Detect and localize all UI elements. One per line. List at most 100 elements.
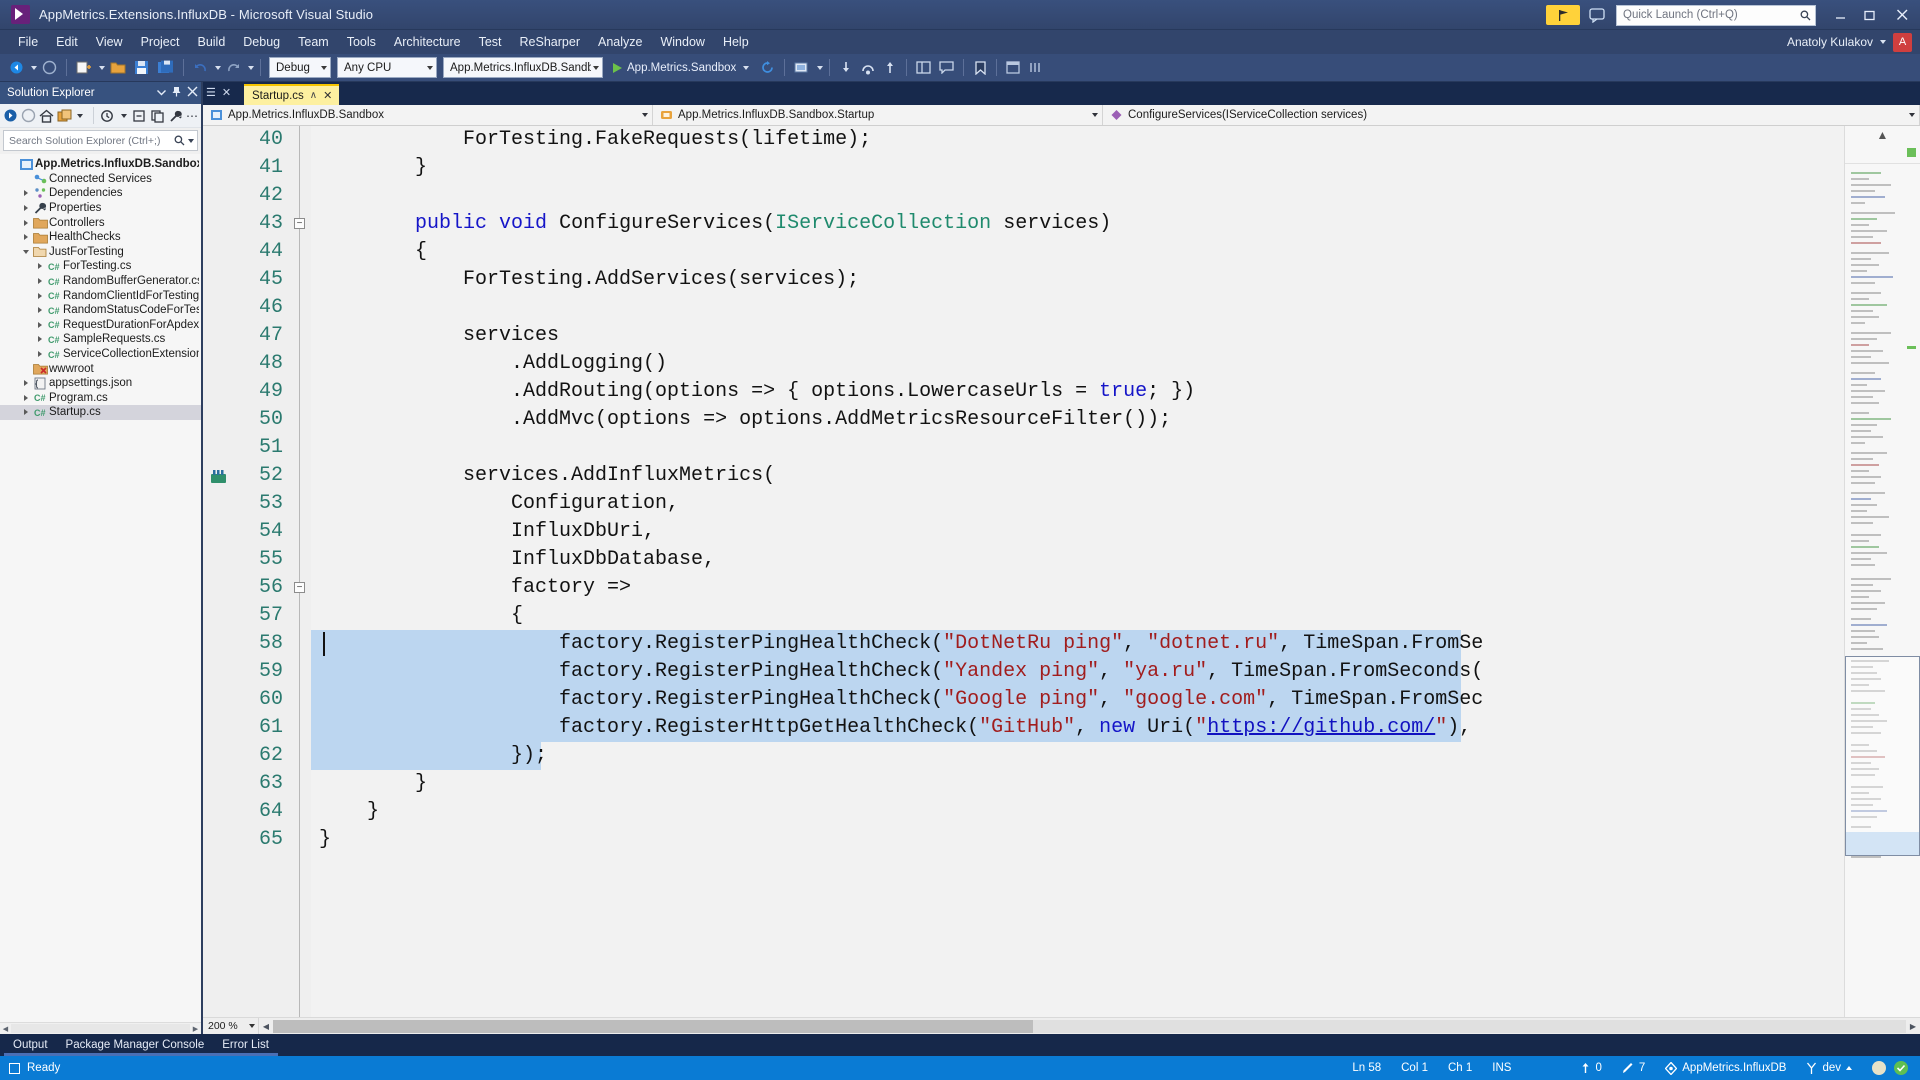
solution-explorer-hscrollbar[interactable]: ◀ ▶ [0, 1022, 201, 1034]
code-folding-margin[interactable]: − − [289, 126, 311, 1017]
bookmark-icon[interactable] [970, 57, 990, 79]
code-line[interactable]: services.AddInfluxMetrics( [311, 462, 1844, 490]
feedback-smiley-icon[interactable] [1584, 4, 1610, 26]
user-account-area[interactable]: Anatoly Kulakov A [1787, 30, 1912, 54]
menu-item-help[interactable]: Help [714, 33, 758, 51]
menu-item-team[interactable]: Team [289, 33, 338, 51]
close-icon[interactable]: ✕ [323, 89, 332, 102]
comment-icon[interactable] [936, 57, 957, 79]
tree-item-servicecollectionextensions-cs[interactable]: C#ServiceCollectionExtensions.cs [0, 347, 201, 362]
panel-layout-icon[interactable] [913, 57, 934, 79]
scroll-up-icon[interactable]: ▲ [1877, 128, 1889, 142]
show-all-files-icon[interactable] [150, 106, 165, 125]
scroll-track[interactable] [11, 1024, 190, 1033]
expand-triangle-icon[interactable] [20, 394, 32, 401]
options-icon[interactable] [1025, 57, 1045, 79]
scroll-right-icon[interactable]: ▶ [1906, 1022, 1920, 1031]
check-circle-icon[interactable] [1894, 1061, 1908, 1075]
code-token-link[interactable]: https://github.com/ [1207, 716, 1435, 739]
back-navigate-icon[interactable] [21, 106, 36, 125]
pin-icon[interactable]: ☰ [206, 86, 216, 99]
tree-item-connected-services[interactable]: Connected Services [0, 172, 201, 187]
menu-item-tools[interactable]: Tools [338, 33, 385, 51]
tree-item-dependencies[interactable]: Dependencies [0, 186, 201, 201]
menu-item-window[interactable]: Window [651, 33, 713, 51]
expand-triangle-icon[interactable] [20, 219, 32, 226]
step-out-icon[interactable] [880, 57, 900, 79]
forward-navigate-icon[interactable] [3, 106, 18, 125]
save-all-icon[interactable] [154, 57, 177, 79]
menu-item-edit[interactable]: Edit [47, 33, 87, 51]
tab-output[interactable]: Output [4, 1036, 57, 1056]
code-line[interactable]: factory.RegisterPingHealthCheck("Yandex … [311, 658, 1844, 686]
code-line[interactable] [311, 182, 1844, 210]
navigate-backward-icon[interactable] [6, 57, 27, 79]
minimize-icon[interactable] [1826, 0, 1855, 30]
start-debugging-button[interactable]: App.Metrics.Sandbox [607, 57, 755, 79]
tab-error-list[interactable]: Error List [213, 1036, 278, 1056]
status-incoming-commits[interactable]: 0 [1571, 1062, 1611, 1074]
attach-caret-icon[interactable] [817, 65, 824, 70]
close-icon[interactable] [1884, 0, 1920, 30]
code-line[interactable]: } [311, 770, 1844, 798]
status-pending-changes[interactable]: 7 [1612, 1062, 1655, 1074]
code-line[interactable]: factory.RegisterHttpGetHealthCheck("GitH… [311, 714, 1844, 742]
properties-wrench-icon[interactable] [168, 106, 183, 125]
expand-triangle-icon[interactable] [20, 205, 32, 212]
menu-item-build[interactable]: Build [188, 33, 234, 51]
minimap-viewport[interactable] [1845, 656, 1920, 856]
refresh-icon[interactable] [757, 57, 778, 79]
maximize-icon[interactable] [1855, 0, 1884, 30]
step-into-icon[interactable] [836, 57, 856, 79]
editor-horizontal-scrollbar[interactable]: 200 % ◀ ▶ [203, 1017, 1920, 1035]
configuration-combo[interactable]: Debug [269, 57, 331, 78]
editor-indicator-margin[interactable] [203, 126, 231, 1017]
code-text-area[interactable]: ForTesting.FakeRequests(lifetime); } pub… [311, 126, 1844, 1017]
chevron-down-icon[interactable] [188, 138, 194, 143]
tree-item-randombuffergenerator-cs[interactable]: C# RandomBufferGenerator.cs [0, 274, 201, 289]
code-line[interactable]: ForTesting.AddServices(services); [311, 266, 1844, 294]
chevron-down-icon[interactable] [157, 87, 166, 99]
search-solution-explorer-input[interactable]: Search Solution Explorer (Ctrl+;) [3, 130, 198, 151]
menu-item-resharper[interactable]: ReSharper [511, 33, 589, 51]
collapse-all-icon[interactable] [132, 106, 147, 125]
menu-item-view[interactable]: View [87, 33, 132, 51]
menu-item-project[interactable]: Project [132, 33, 189, 51]
zoom-level-combo[interactable]: 200 % [203, 1017, 259, 1035]
code-line[interactable]: ForTesting.FakeRequests(lifetime); [311, 126, 1844, 154]
navigate-backward-caret-icon[interactable] [31, 65, 37, 70]
tree-item-wwwroot[interactable]: wwwroot [0, 361, 201, 376]
expand-triangle-icon[interactable] [20, 380, 32, 387]
expand-triangle-icon[interactable] [20, 234, 32, 241]
menu-item-debug[interactable]: Debug [234, 33, 289, 51]
tree-item-controllers[interactable]: Controllers [0, 215, 201, 230]
redo-icon[interactable] [223, 57, 244, 79]
code-line[interactable]: } [311, 826, 1844, 854]
startup-project-combo[interactable]: App.Metrics.InfluxDB.Sandbox [443, 57, 603, 78]
code-line[interactable] [311, 434, 1844, 462]
navigate-forward-icon[interactable] [39, 57, 60, 79]
pin-icon[interactable] [172, 86, 181, 100]
tree-item-randomstatuscodefortesting-c[interactable]: C#RandomStatusCodeForTesting.c [0, 303, 201, 318]
code-line[interactable] [311, 294, 1844, 322]
code-line[interactable]: public void ConfigureServices(IServiceCo… [311, 210, 1844, 238]
expand-triangle-icon[interactable] [34, 278, 46, 285]
tree-item-samplerequests-cs[interactable]: C# SampleRequests.cs [0, 332, 201, 347]
step-over-icon[interactable] [858, 57, 878, 79]
tree-item-requestdurationforapdextestin[interactable]: C#RequestDurationForApdexTestin [0, 318, 201, 333]
hscroll-thumb[interactable] [273, 1019, 1033, 1033]
hscroll-track[interactable] [273, 1019, 1906, 1033]
tab-startup-cs[interactable]: Startup.cs ∧ ✕ [244, 84, 340, 105]
open-file-icon[interactable] [107, 57, 129, 79]
collapse-triangle-icon[interactable] [20, 249, 32, 254]
code-line[interactable]: }); [311, 742, 1844, 770]
redo-caret-icon[interactable] [248, 65, 254, 70]
tree-item-randomclientidfortesting-cs[interactable]: C# RandomClientIdForTesting.cs [0, 288, 201, 303]
tree-item-healthchecks[interactable]: HealthChecks [0, 230, 201, 245]
navbar-type-combo[interactable]: App.Metrics.InfluxDB.Sandbox.Startup [653, 105, 1103, 125]
tree-item-startup-cs[interactable]: C# Startup.cs [0, 405, 201, 420]
solution-tree[interactable]: App.Metrics.InfluxDB.Sandbox Connected Se… [0, 154, 201, 1022]
expand-triangle-icon[interactable] [20, 190, 32, 197]
code-line[interactable]: .AddMvc(options => options.AddMetricsRes… [311, 406, 1844, 434]
navbar-project-combo[interactable]: App.Metrics.InfluxDB.Sandbox [203, 105, 653, 125]
